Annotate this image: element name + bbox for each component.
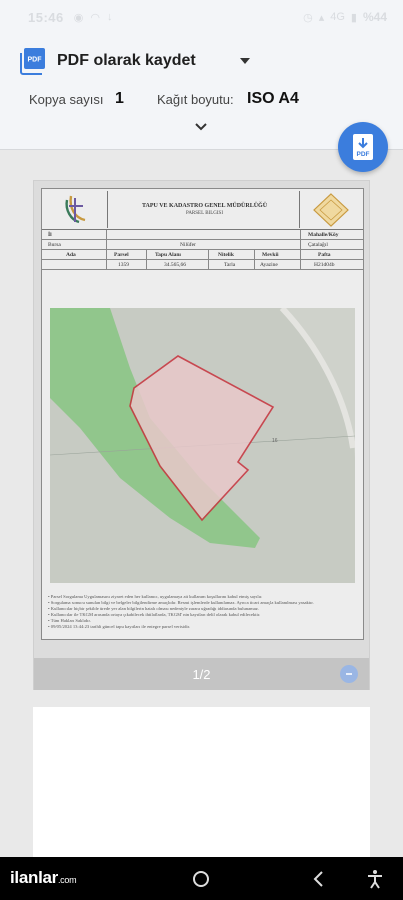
system-nav-bar: ilanlar.com: [0, 857, 403, 900]
tkgm-logo: [44, 191, 108, 228]
back-button-icon[interactable]: [312, 870, 324, 888]
il-value: Bursa: [48, 242, 61, 248]
paper-size-label: Kağıt boyutu:: [157, 92, 234, 107]
col-nitelik: Nitelik: [218, 252, 234, 258]
note-item: 09/05/2024 13:44:23 tarihli güncel tapu …: [48, 624, 358, 630]
download-icon: ↓: [106, 10, 113, 23]
paper-size-value[interactable]: ISO A4: [247, 90, 299, 108]
site-watermark: ilanlar.com: [10, 868, 77, 888]
document-subtitle: PARSEL BILGISI: [186, 211, 223, 216]
location-value-row: Bursa Nilüfer Çatalağıl: [42, 240, 363, 250]
il-label: İl: [48, 232, 52, 238]
pdf-icon-text: PDF: [28, 57, 43, 64]
page-indicator: 1/2: [192, 667, 211, 682]
battery-level: %44: [362, 10, 387, 24]
location-label-row: İl Mahalle/Köy: [42, 230, 363, 240]
col-parsel: Parsel: [114, 252, 129, 258]
wifi-icon: ◠: [90, 11, 100, 24]
copies-label: Kopya sayısı: [29, 92, 104, 107]
parcel-map-image: 16: [50, 308, 355, 583]
parcel-value-row: 1359 34.565,66 Tarla Ayazine H21d04b: [42, 260, 363, 270]
copies-value[interactable]: 1: [115, 90, 124, 108]
home-button-icon[interactable]: [193, 871, 209, 887]
val-nitelik: Tarla: [224, 262, 236, 268]
status-time: 15:46: [28, 9, 64, 25]
page-preview-2[interactable]: [33, 707, 370, 857]
battery-icon: ▮: [350, 11, 357, 24]
col-tapu-alani: Tapu Alanı: [155, 252, 181, 258]
watermark-suffix: .com: [57, 875, 77, 885]
page-bar: 1/2: [34, 658, 369, 690]
fab-label: PDF: [357, 151, 370, 158]
notification-icons: ◉ ◠ ↓: [74, 11, 113, 24]
watermark-name: ilanlar: [10, 868, 58, 887]
val-tapu-alani: 34.565,66: [164, 262, 186, 268]
pdf-file-icon: PDF: [20, 48, 45, 75]
accessibility-icon[interactable]: [366, 869, 384, 889]
road-label: 16: [272, 438, 278, 444]
messenger-icon: ◉: [73, 11, 84, 24]
mahalle-label: Mahalle/Köy: [308, 232, 339, 238]
col-ada: Ada: [66, 252, 76, 258]
parcel-document: TAPU VE KADASTRO GENEL MÜDÜRLÜĞÜ PARSEL …: [41, 188, 364, 640]
alarm-icon: ◷: [303, 11, 313, 24]
disclaimer-notes: Parsel Sorgulama Uygulamasını ziyaret ed…: [48, 594, 358, 630]
parcel-header-row: Ada Parsel Tapu Alanı Nitelik Mevkii Paf…: [42, 250, 363, 260]
page-select-toggle[interactable]: [340, 665, 358, 683]
download-pdf-icon: PDF: [353, 134, 373, 160]
ilce-value: Nilüfer: [180, 242, 196, 248]
col-pafta: Pafta: [318, 252, 331, 258]
tkgm-logo-icon: [64, 195, 85, 223]
document-header: TAPU VE KADASTRO GENEL MÜDÜRLÜĞÜ PARSEL …: [42, 189, 363, 230]
minus-icon: [346, 673, 352, 675]
val-pafta: H21d04b: [314, 262, 335, 268]
parcel-map[interactable]: 16: [50, 308, 355, 583]
expand-options-chevron-icon[interactable]: [194, 122, 208, 132]
status-right: ◷ ▴ 4G ▮ %44: [303, 10, 387, 24]
page-preview-1[interactable]: TAPU VE KADASTRO GENEL MÜDÜRLÜĞÜ PARSEL …: [33, 180, 370, 690]
printer-dropdown-icon[interactable]: [240, 58, 250, 64]
printer-select-title[interactable]: PDF olarak kaydet: [57, 52, 196, 70]
col-mevkii: Mevkii: [262, 252, 279, 258]
save-pdf-button[interactable]: PDF: [338, 122, 388, 172]
status-bar: 15:46 ◉ ◠ ↓ ◷ ▴ 4G ▮ %44: [0, 0, 403, 34]
network-type: 4G: [330, 11, 345, 23]
anniversary-badge: [299, 191, 361, 228]
val-mevkii: Ayazine: [260, 262, 278, 268]
signal-icon: ▴: [318, 11, 325, 24]
mahalle-value: Çatalağıl: [308, 242, 328, 248]
val-parsel: 1359: [118, 262, 129, 268]
org-name: TAPU VE KADASTRO GENEL MÜDÜRLÜĞÜ: [141, 203, 268, 209]
anniversary-badge-icon: [312, 192, 349, 227]
